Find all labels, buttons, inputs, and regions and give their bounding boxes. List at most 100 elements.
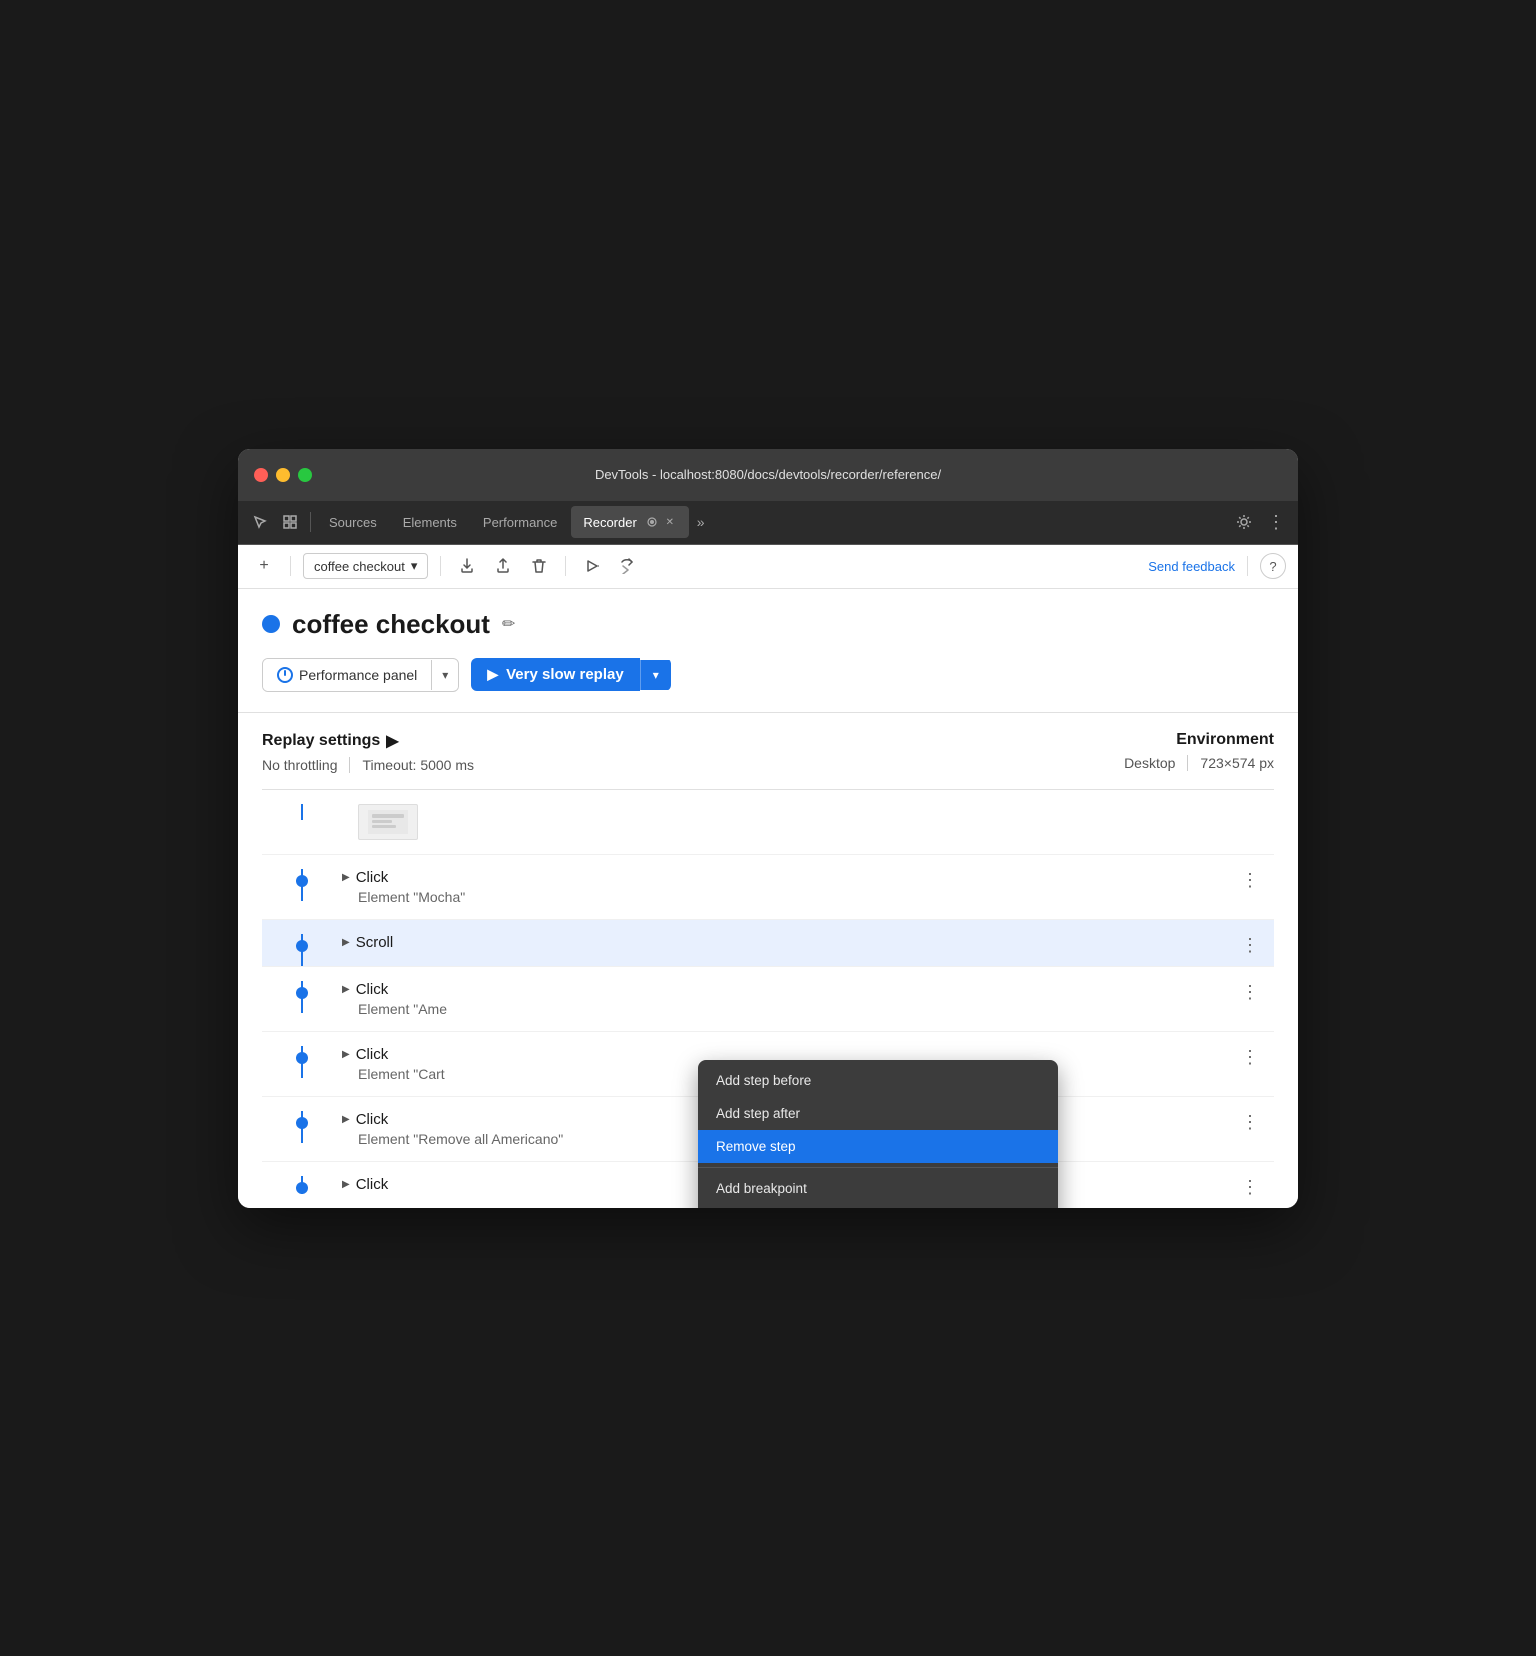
toolbar-right: Send feedback ?: [1148, 553, 1286, 579]
recording-actions: Performance panel ▾ ▶ Very slow replay ▾: [262, 658, 1274, 692]
timeline-dot-6: [296, 1182, 308, 1194]
ctx-remove[interactable]: Remove step: [698, 1130, 1058, 1163]
step-thumbnail: [358, 804, 418, 840]
toolbar-sep-1: [290, 556, 291, 576]
step-menu-6[interactable]: ⋮: [1236, 1174, 1264, 1202]
step-header-1[interactable]: ▶ Click: [342, 869, 1234, 886]
step-row-1: ▶ Click Element "Mocha" ⋮: [262, 855, 1274, 920]
window-title: DevTools - localhost:8080/docs/devtools/…: [595, 467, 941, 482]
dropdown-arrow-icon: ▾: [411, 558, 418, 574]
edit-title-icon[interactable]: ✏: [502, 614, 515, 634]
tab-recorder[interactable]: Recorder ✕: [571, 506, 688, 538]
step-detail-1: Element "Mocha": [342, 889, 1234, 905]
traffic-lights: [254, 468, 312, 482]
tab-performance[interactable]: Performance: [471, 506, 569, 538]
settings-bar: Replay settings ▶ No throttling Timeout:…: [262, 713, 1274, 790]
tabs-overflow-icon[interactable]: »: [691, 514, 711, 530]
step-menu-4[interactable]: ⋮: [1236, 1044, 1264, 1072]
timeline-dot-5: [296, 1117, 308, 1129]
performance-panel-label: Performance panel: [299, 667, 417, 683]
performance-icon: [277, 667, 293, 683]
replay-button[interactable]: ▶ Very slow replay ▾: [471, 658, 670, 691]
ctx-breakpoint-label: Add breakpoint: [716, 1181, 807, 1196]
new-recording-button[interactable]: +: [250, 552, 278, 580]
toolbar-sep-4: [1247, 556, 1248, 576]
cursor-icon[interactable]: [246, 508, 274, 536]
step-content-1: ▶ Click Element "Mocha": [342, 869, 1274, 905]
environment-title: Environment: [1014, 731, 1274, 749]
send-feedback-link[interactable]: Send feedback: [1148, 559, 1235, 574]
step-expand-icon-2: ▶: [342, 937, 350, 948]
step-header-2[interactable]: ▶ Scroll: [342, 934, 1234, 951]
environment-details: Desktop 723×574 px: [1014, 755, 1274, 771]
tab-elements-label: Elements: [403, 515, 457, 530]
step-menu-1[interactable]: ⋮: [1236, 867, 1264, 895]
timeline-dot-2: [296, 940, 308, 952]
recording-selector[interactable]: coffee checkout ▾: [303, 553, 428, 579]
devtools-window: DevTools - localhost:8080/docs/devtools/…: [238, 449, 1298, 1208]
resolution-label: 723×574 px: [1200, 755, 1274, 771]
step-expand-icon-1: ▶: [342, 872, 350, 883]
replay-dropdown[interactable]: ▾: [640, 660, 671, 690]
timeline-line-thumb: [301, 804, 303, 820]
step-expand-icon-3: ▶: [342, 984, 350, 995]
ctx-sep-1: [698, 1167, 1058, 1168]
help-button[interactable]: ?: [1260, 553, 1286, 579]
recording-name: coffee checkout: [314, 559, 405, 574]
tab-separator-1: [310, 512, 311, 532]
ctx-remove-label: Remove step: [716, 1139, 796, 1154]
replay-main[interactable]: ▶ Very slow replay: [471, 658, 639, 691]
step-menu-3[interactable]: ⋮: [1236, 979, 1264, 1007]
step-timeline-5: [262, 1111, 342, 1129]
export-button[interactable]: [453, 552, 481, 580]
ctx-add-after-label: Add step after: [716, 1106, 800, 1121]
recording-header: coffee checkout ✏: [262, 609, 1274, 640]
step-content-3: ▶ Click Element "Ame: [342, 981, 1274, 1017]
step-row-3: ▶ Click Element "Ame ⋮: [262, 967, 1274, 1032]
step-name-2: Scroll: [356, 934, 394, 951]
inspect-icon[interactable]: [276, 508, 304, 536]
replay-play-icon: ▶: [487, 666, 498, 683]
step-header-3[interactable]: ▶ Click: [342, 981, 1234, 998]
performance-panel-dropdown[interactable]: ▾: [431, 660, 458, 690]
step-name-3: Click: [356, 981, 389, 998]
context-menu: Add step before Add step after Remove st…: [698, 1060, 1058, 1208]
recording-indicator: [262, 615, 280, 633]
close-button[interactable]: [254, 468, 268, 482]
step-name-6: Click: [356, 1176, 389, 1193]
settings-icon[interactable]: [1230, 508, 1258, 536]
step-name-5: Click: [356, 1111, 389, 1128]
tab-sources[interactable]: Sources: [317, 506, 389, 538]
delete-button[interactable]: [525, 552, 553, 580]
step-expand-icon-6: ▶: [342, 1179, 350, 1190]
desktop-label: Desktop: [1124, 755, 1175, 771]
timeline-dot-3: [296, 987, 308, 999]
import-button[interactable]: [489, 552, 517, 580]
toolbar-sep-3: [565, 556, 566, 576]
maximize-button[interactable]: [298, 468, 312, 482]
step-menu-2[interactable]: ⋮: [1236, 932, 1264, 960]
minimize-button[interactable]: [276, 468, 290, 482]
titlebar: DevTools - localhost:8080/docs/devtools/…: [238, 449, 1298, 501]
ctx-add-after[interactable]: Add step after: [698, 1097, 1058, 1130]
replay-settings: Replay settings ▶ No throttling Timeout:…: [262, 731, 1014, 773]
replay-once-button[interactable]: [578, 552, 606, 580]
step-menu-5[interactable]: ⋮: [1236, 1109, 1264, 1137]
replay-settings-title[interactable]: Replay settings ▶: [262, 731, 1014, 751]
ctx-add-before[interactable]: Add step before: [698, 1064, 1058, 1097]
main-content: coffee checkout ✏ Performance panel ▾ ▶ …: [238, 589, 1298, 790]
more-icon[interactable]: ⋮: [1262, 508, 1290, 536]
tab-performance-label: Performance: [483, 515, 557, 530]
env-detail-sep: [1187, 755, 1188, 771]
performance-panel-main[interactable]: Performance panel: [263, 659, 431, 691]
replay-settings-details: No throttling Timeout: 5000 ms: [262, 757, 1014, 773]
timeline-dot-4: [296, 1052, 308, 1064]
step-timeline-4: [262, 1046, 342, 1064]
step-row-2: ▶ Scroll ⋮: [262, 920, 1274, 967]
step-replay-button[interactable]: [614, 552, 642, 580]
performance-panel-button[interactable]: Performance panel ▾: [262, 658, 459, 692]
ctx-breakpoint[interactable]: Add breakpoint: [698, 1172, 1058, 1205]
tab-close-recorder[interactable]: ✕: [663, 515, 677, 529]
tab-elements[interactable]: Elements: [391, 506, 469, 538]
step-timeline-thumb: [262, 804, 342, 806]
